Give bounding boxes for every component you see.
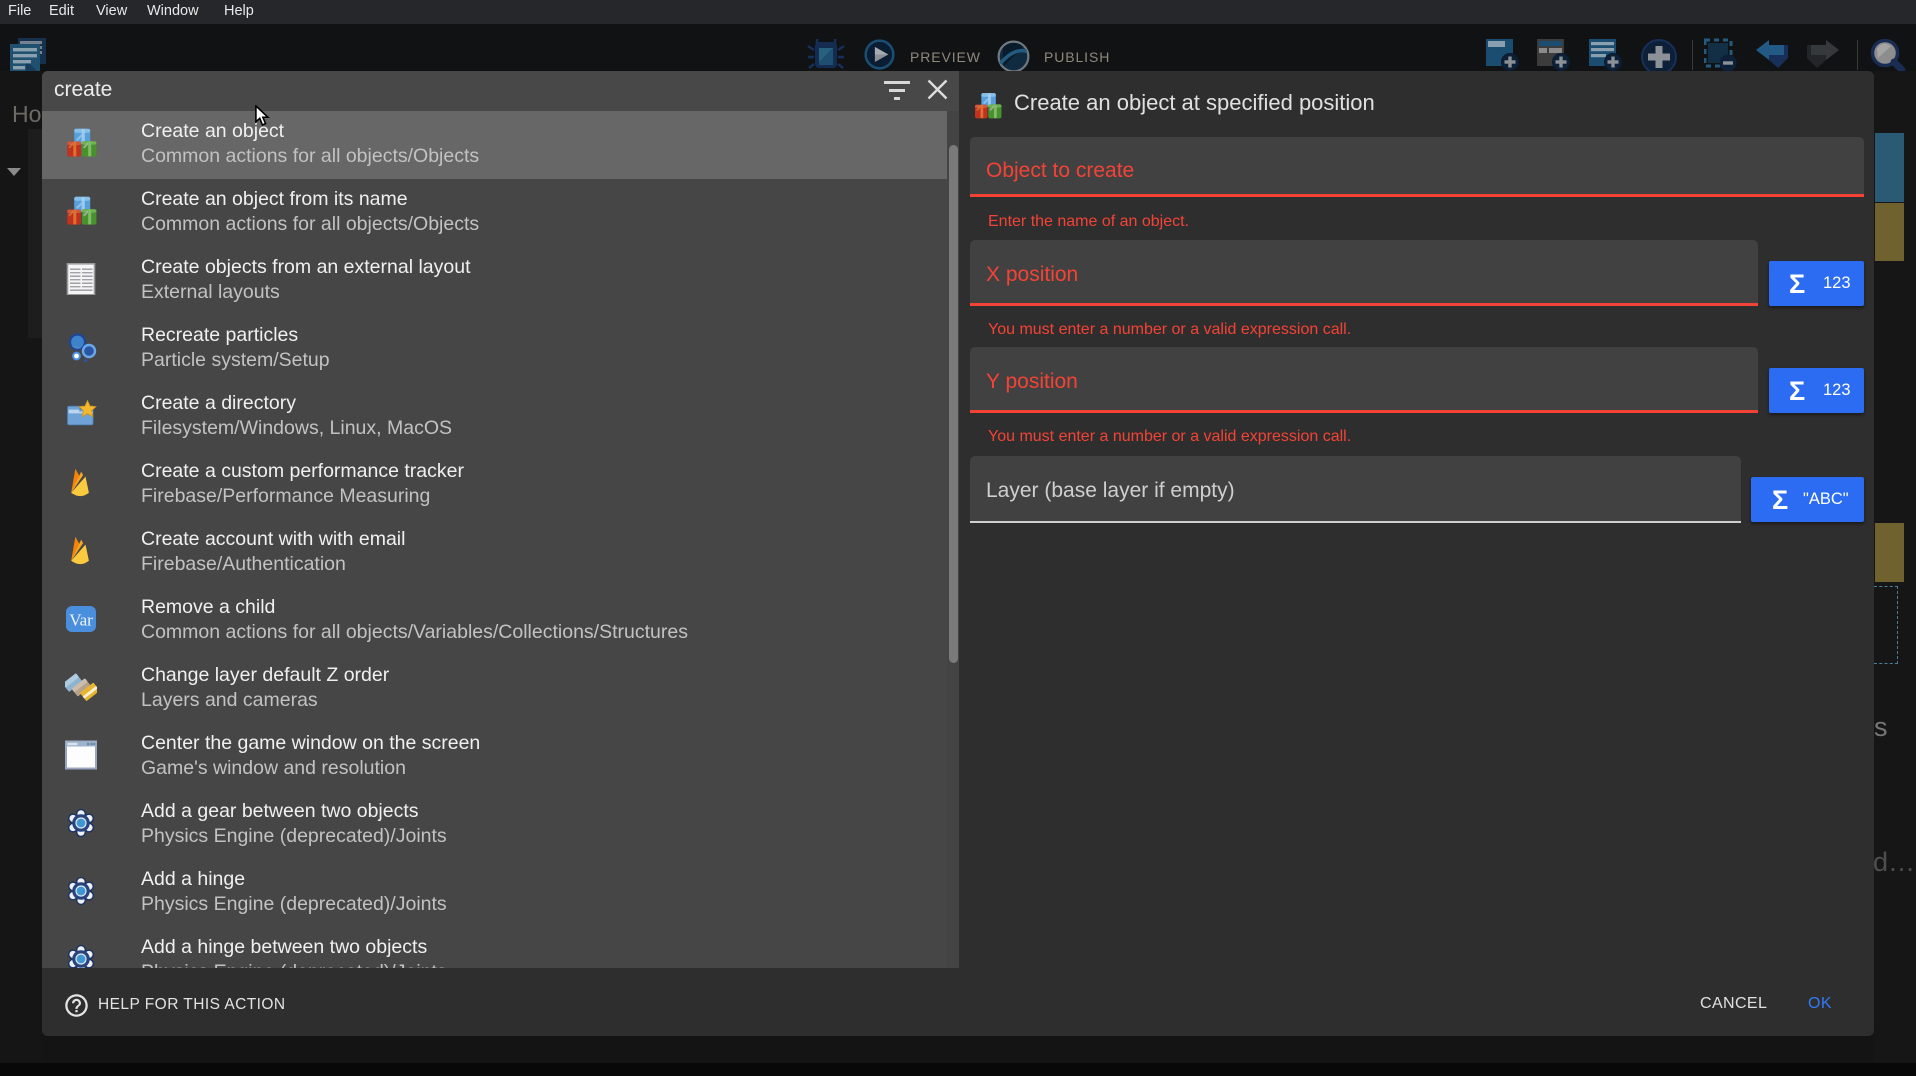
- svg-text:Var: Var: [69, 611, 93, 630]
